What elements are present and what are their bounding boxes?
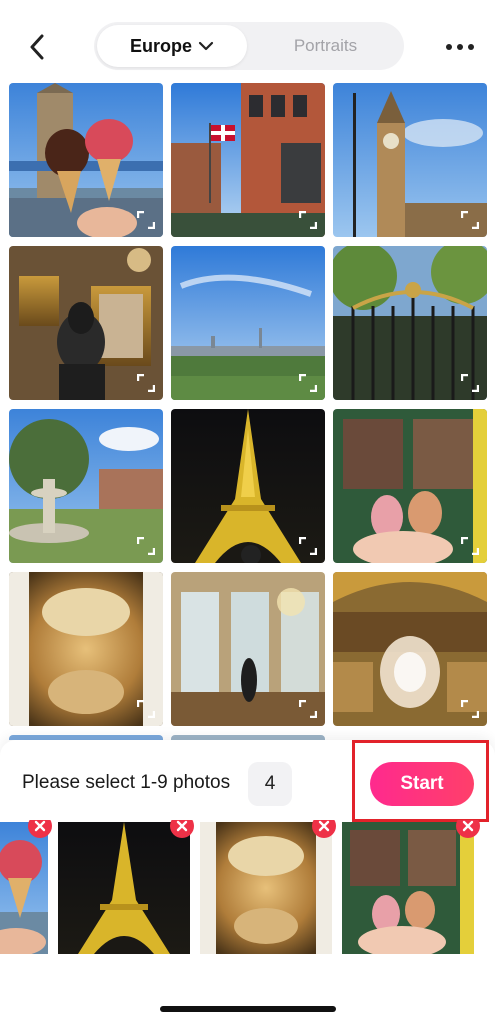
selection-panel: Please select 1-9 photos 4 Start [0,740,495,1024]
remove-thumb-button[interactable] [456,820,480,838]
thumb-ice-cream [0,822,48,954]
photo-tile[interactable] [171,246,325,400]
photo-tile[interactable] [333,572,487,726]
tab-europe-label: Europe [129,35,192,56]
photo-tile[interactable] [9,83,163,237]
photo-tile[interactable] [333,246,487,400]
photo-tile[interactable] [333,83,487,237]
remove-thumb-button[interactable] [170,820,194,838]
expand-icon [461,537,479,555]
thumb-palace-ceiling [200,822,332,954]
top-bar: Europe Portraits [0,0,495,80]
close-icon [34,820,46,832]
start-button[interactable]: Start [370,762,474,806]
album-segmented-control: Europe Portraits [94,22,404,70]
expand-icon [137,537,155,555]
close-icon [176,820,188,832]
expand-icon [137,211,155,229]
back-button[interactable] [22,30,52,64]
close-icon [318,820,330,832]
expand-icon [137,700,155,718]
photo-tile[interactable] [9,572,163,726]
thumb-eiffel-night [58,822,190,954]
chevron-down-icon [198,41,214,51]
expand-icon [137,374,155,392]
selected-thumb[interactable] [0,822,48,954]
more-dot-icon [457,44,463,50]
photo-tile[interactable] [9,409,163,563]
tab-europe[interactable]: Europe [97,25,247,67]
photo-tile[interactable] [171,572,325,726]
selected-count-badge: 4 [248,762,292,806]
photo-tile[interactable] [333,409,487,563]
thumb-macarons [342,822,474,954]
expand-icon [461,374,479,392]
photo-tile[interactable] [171,83,325,237]
expand-icon [299,374,317,392]
selected-photos-strip [0,820,495,956]
remove-thumb-button[interactable] [28,820,52,838]
selected-thumb[interactable] [342,822,474,954]
expand-icon [299,700,317,718]
more-dot-icon [468,44,474,50]
selection-hint: Please select 1-9 photos [22,772,231,793]
remove-thumb-button[interactable] [312,820,336,838]
home-indicator [160,1006,336,1012]
chevron-left-icon [30,34,44,60]
photo-grid [0,80,495,740]
photo-tile[interactable] [9,246,163,400]
photo-tile[interactable] [171,409,325,563]
more-options-button[interactable] [440,30,480,64]
expand-icon [461,700,479,718]
more-dot-icon [446,44,452,50]
selected-thumb[interactable] [58,822,190,954]
close-icon [462,820,474,832]
expand-icon [461,211,479,229]
tab-portraits[interactable]: Portraits [250,25,401,67]
selected-thumb[interactable] [200,822,332,954]
expand-icon [299,537,317,555]
expand-icon [299,211,317,229]
